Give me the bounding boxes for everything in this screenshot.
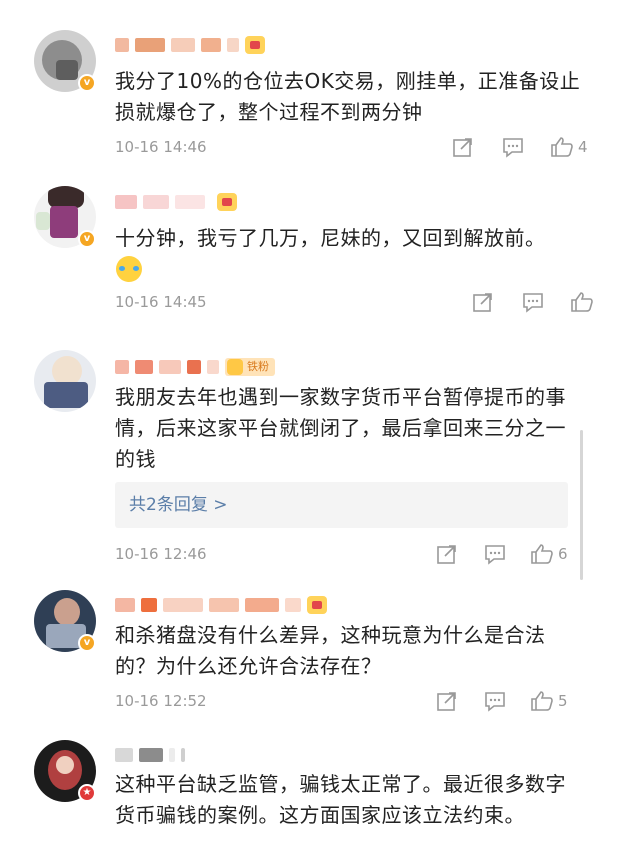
comment-time: 10-16 14:45 xyxy=(115,293,207,311)
username[interactable] xyxy=(115,596,327,614)
comment-actions: 5 xyxy=(436,690,568,712)
verified-badge-icon: v xyxy=(78,634,96,652)
share-icon xyxy=(437,692,456,711)
like-icon xyxy=(531,544,553,564)
comment-text: 十分钟，我亏了几万，尼妹的，又回到解放前。 xyxy=(115,226,546,250)
vip-crown-icon xyxy=(217,193,237,211)
comment-button[interactable] xyxy=(484,690,506,712)
verified-badge-icon: v xyxy=(78,230,96,248)
comment-actions xyxy=(472,291,594,313)
vip-crown-icon xyxy=(307,596,327,614)
share-icon xyxy=(437,545,456,564)
like-icon xyxy=(551,137,573,157)
comment-button[interactable] xyxy=(484,543,506,565)
comment-button[interactable] xyxy=(502,136,524,158)
comment-text: 我朋友去年也遇到一家数字货币平台暂停提币的事情，后来这家平台就倒闭了，最后拿回来… xyxy=(115,385,566,471)
comment-text: 我分了10%的仓位去OK交易，刚挂单，正准备设止损就爆仓了，整个过程不到两分钟 xyxy=(115,69,581,124)
share-button[interactable] xyxy=(436,543,458,565)
laugh-cry-emoji-icon xyxy=(116,256,142,282)
like-count: 4 xyxy=(578,138,588,156)
comment-icon xyxy=(485,545,505,565)
view-replies-link[interactable]: 共2条回复 > xyxy=(115,482,568,528)
username[interactable]: 铁粉 xyxy=(115,358,275,376)
username[interactable] xyxy=(115,36,265,54)
red-verified-badge-icon: ★ xyxy=(78,784,96,802)
scrollbar[interactable] xyxy=(580,430,583,580)
share-icon xyxy=(473,293,492,312)
like-button[interactable] xyxy=(570,291,594,313)
like-count: 5 xyxy=(558,692,568,710)
verified-badge-icon: v xyxy=(78,74,96,92)
avatar[interactable] xyxy=(34,350,96,412)
like-button[interactable]: 6 xyxy=(530,543,568,565)
comment-icon xyxy=(485,692,505,712)
like-button[interactable]: 5 xyxy=(530,690,568,712)
comment-text: 和杀猪盘没有什么差异，这种玩意为什么是合法的？为什么还允许合法存在？ xyxy=(115,623,546,678)
share-button[interactable] xyxy=(472,291,494,313)
comment-time: 10-16 14:46 xyxy=(115,138,207,156)
comment-time: 10-16 12:52 xyxy=(115,692,207,710)
username[interactable] xyxy=(115,193,237,211)
like-count: 6 xyxy=(558,545,568,563)
comment-actions: 4 xyxy=(452,136,588,158)
like-button[interactable]: 4 xyxy=(550,136,588,158)
share-button[interactable] xyxy=(436,690,458,712)
share-button[interactable] xyxy=(452,136,474,158)
comment-text: 这种平台缺乏监管，骗钱太正常了。最近很多数字货币骗钱的案例。这方面国家应该立法约… xyxy=(115,772,566,827)
comment-time: 10-16 12:46 xyxy=(115,545,207,563)
username[interactable] xyxy=(115,746,185,764)
like-icon xyxy=(531,691,553,711)
comment-button[interactable] xyxy=(522,291,544,313)
comment-icon xyxy=(503,138,523,158)
comment-actions: 6 xyxy=(436,543,568,565)
fan-badge: 铁粉 xyxy=(225,358,275,376)
like-icon xyxy=(571,292,593,312)
comment-icon xyxy=(523,293,543,313)
vip-crown-icon xyxy=(245,36,265,54)
share-icon xyxy=(453,138,472,157)
